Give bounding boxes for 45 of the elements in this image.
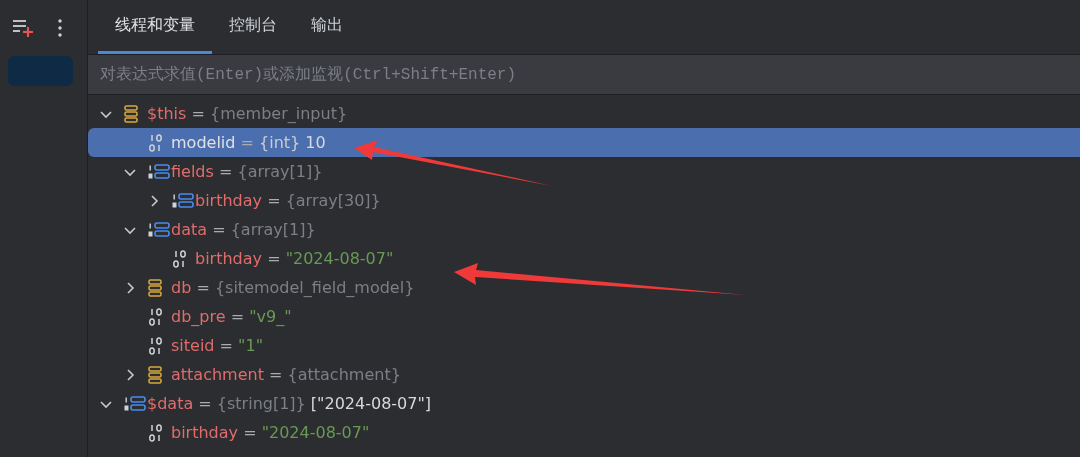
stack-icon [148, 278, 162, 297]
tab[interactable]: 控制台 [212, 0, 294, 54]
list-icon [172, 192, 194, 209]
chevron-right-icon[interactable] [124, 281, 136, 294]
tree-row[interactable]: siteid = "1" [88, 331, 1080, 360]
variable-entry: birthday = {array[30]} [195, 189, 381, 212]
stack-icon [124, 104, 138, 123]
tree-row[interactable]: fields = {array[1]} [88, 157, 1080, 186]
binary-icon [148, 307, 164, 326]
list-icon [148, 163, 170, 180]
list-icon [124, 395, 146, 412]
list-icon [148, 221, 170, 238]
variable-entry: birthday = "2024-08-07" [195, 247, 394, 270]
more-icon[interactable] [58, 19, 62, 37]
variable-entry: $data = {string[1]} ["2024-08-07"] [147, 392, 432, 415]
variable-entry: modelid = {int} 10 [171, 131, 326, 154]
tree-row[interactable]: birthday = "2024-08-07" [88, 418, 1080, 447]
stack-icon [148, 365, 162, 384]
tree-row[interactable]: $this = {member_input} [88, 99, 1080, 128]
variable-entry: db_pre = "v9_" [171, 305, 292, 328]
binary-icon [172, 249, 188, 268]
chevron-right-icon[interactable] [124, 368, 136, 381]
tree-row[interactable]: data = {array[1]} [88, 215, 1080, 244]
tree-row[interactable]: $data = {string[1]} ["2024-08-07"] [88, 389, 1080, 418]
binary-icon [148, 133, 164, 152]
tree-row[interactable]: db_pre = "v9_" [88, 302, 1080, 331]
variable-entry: siteid = "1" [171, 334, 263, 357]
selected-item-background [8, 56, 73, 86]
variable-entry: $this = {member_input} [147, 102, 348, 125]
variable-entry: data = {array[1]} [171, 218, 316, 241]
tree-row[interactable]: db = {sitemodel_field_model} [88, 273, 1080, 302]
expression-field[interactable]: 对表达式求值(Enter)或添加监视(Ctrl+Shift+Enter) [88, 55, 1080, 95]
tree-row[interactable]: birthday = {array[30]} [88, 186, 1080, 215]
variable-entry: db = {sitemodel_field_model} [171, 276, 415, 299]
tab[interactable]: 输出 [294, 0, 360, 54]
tree-row[interactable]: attachment = {attachment} [88, 360, 1080, 389]
variable-entry: attachment = {attachment} [171, 363, 401, 386]
binary-icon [148, 336, 164, 355]
variable-entry: fields = {array[1]} [171, 160, 323, 183]
binary-icon [148, 423, 164, 442]
chevron-right-icon[interactable] [148, 194, 160, 207]
add-list-icon[interactable] [12, 18, 34, 38]
tree-row[interactable]: birthday = "2024-08-07" [88, 244, 1080, 273]
variable-entry: birthday = "2024-08-07" [171, 421, 370, 444]
tree-row[interactable]: modelid = {int} 10 [88, 128, 1080, 157]
